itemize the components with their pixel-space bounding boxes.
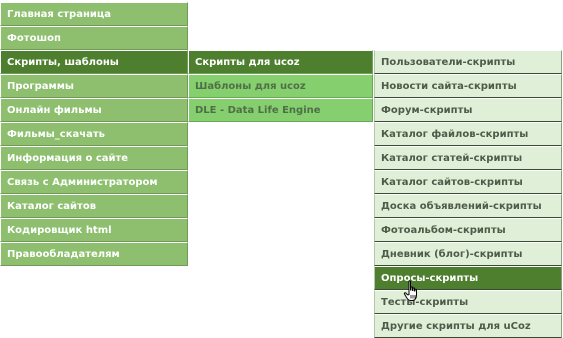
submenu-item-ucoz-scripts[interactable]: Скрипты для ucoz (188, 50, 373, 74)
main-menu-item-contact-admin[interactable]: Связь с Администратором (0, 170, 188, 194)
main-menu-item-programs[interactable]: Программы (0, 74, 188, 98)
scripts-item-other-ucoz[interactable]: Другие скрипты для uCoz (374, 314, 562, 338)
submenu-item-dle[interactable]: DLE - Data Life Engine (188, 98, 373, 122)
main-menu-item-site-catalog[interactable]: Каталог сайтов (0, 194, 188, 218)
main-menu-item-online-movies[interactable]: Онлайн фильмы (0, 98, 188, 122)
scripts-item-site-catalog[interactable]: Каталог сайтов-скрипты (374, 170, 562, 194)
main-menu-item-scripts-templates[interactable]: Скрипты, шаблоны (0, 50, 188, 74)
scripts-item-bulletin-board[interactable]: Доска объявлений-скрипты (374, 194, 562, 218)
main-menu-item-photoshop[interactable]: Фотошоп (0, 26, 188, 50)
scripts-item-site-news[interactable]: Новости сайта-скрипты (374, 74, 562, 98)
submenu-item-ucoz-templates[interactable]: Шаблоны для ucoz (188, 74, 373, 98)
main-menu-item-html-encoder[interactable]: Кодировщик html (0, 218, 188, 242)
scripts-item-forum[interactable]: Форум-скрипты (374, 98, 562, 122)
main-menu-item-site-info[interactable]: Информация о сайте (0, 146, 188, 170)
scripts-item-users[interactable]: Пользователи-скрипты (374, 50, 562, 74)
scripts-item-blog[interactable]: Дневник (блог)-скрипты (374, 242, 562, 266)
scripts-item-article-catalog[interactable]: Каталог статей-скрипты (374, 146, 562, 170)
scripts-item-photo-album[interactable]: Фотоальбом-скрипты (374, 218, 562, 242)
hand-pointer-icon (403, 280, 423, 302)
scripts-item-file-catalog[interactable]: Каталог файлов-скрипты (374, 122, 562, 146)
main-menu-item-movies-download[interactable]: Фильмы_скачать (0, 122, 188, 146)
main-menu-item-copyright-holders[interactable]: Правообладателям (0, 242, 188, 266)
main-menu: Главная страница Фотошоп Скрипты, шаблон… (0, 2, 188, 266)
scripts-templates-submenu: Скрипты для ucoz Шаблоны для ucoz DLE - … (188, 50, 373, 122)
main-menu-item-home[interactable]: Главная страница (0, 2, 188, 26)
